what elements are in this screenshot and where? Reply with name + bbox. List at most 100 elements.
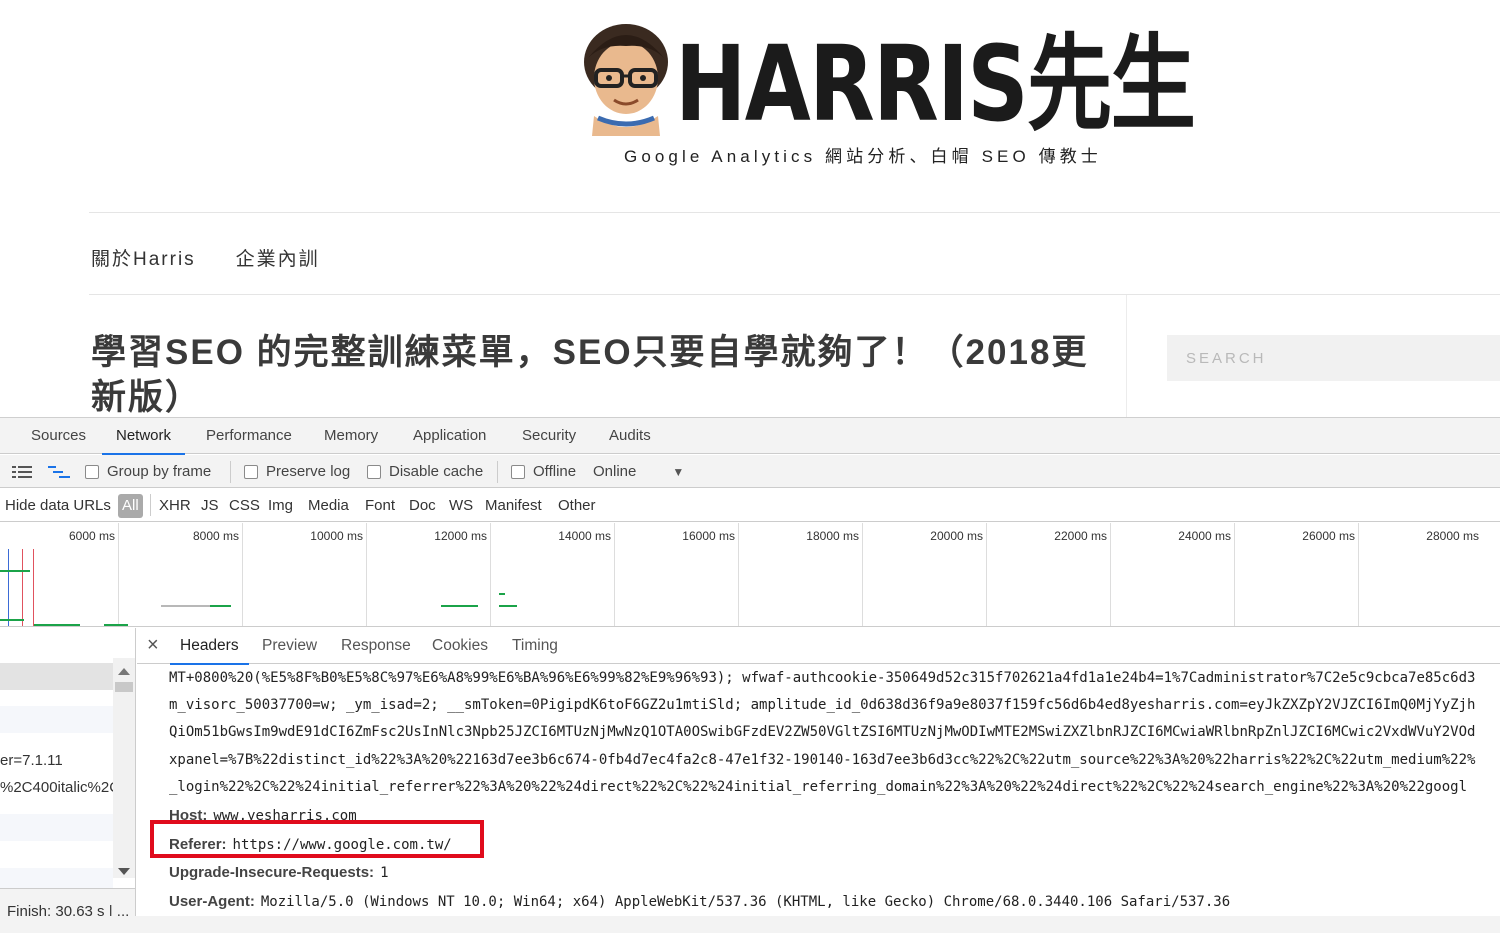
filter-separator [150,494,151,516]
list-item[interactable] [0,841,113,868]
website-area: HARRIS先生 Google Analytics 網站分析、白帽 SEO 傳教… [0,0,1500,417]
list-item[interactable]: %2C400italic%2C [0,774,113,801]
main-menu: 關於Harris 企業內訓 [91,244,320,271]
filter-ws[interactable]: WS [449,489,473,522]
close-icon[interactable]: × [147,628,159,664]
cookie-value-line: m_visorc_50037700=w; _ym_isad=2; __smTok… [169,697,1476,713]
header-key: User-Agent: [169,893,255,910]
list-item-selected[interactable] [0,663,113,690]
grid-line [614,523,615,626]
checkbox-icon [244,464,258,479]
filter-other[interactable]: Other [558,489,596,522]
tick-label: 14000 ms [558,529,611,543]
request-list: er=7.1.11 %2C400italic%2C Finish: 30.63 … [0,628,136,933]
tab-application[interactable]: Application [413,418,486,454]
offline-checkbox[interactable]: Offline [511,455,576,488]
chevron-down-icon: ▼ [672,464,685,479]
tab-cookies[interactable]: Cookies [432,628,488,664]
grid-line [1358,523,1359,626]
request-detail-pane: × Headers Preview Response Cookies Timin… [137,628,1500,933]
grid-line [738,523,739,626]
disable-cache-label: Disable cache [389,463,484,480]
tick-label: 18000 ms [806,529,859,543]
cookie-value-line: QiOm51bGwsIm9wdE91dCI6ZmFsc2UsInNlc3Npb2… [169,724,1476,740]
grid-line [490,523,491,626]
menu-item-training[interactable]: 企業內訓 [236,244,320,271]
disable-cache-checkbox[interactable]: Disable cache [367,455,483,488]
grid-line [118,523,119,626]
menu-item-about[interactable]: 關於Harris [91,244,196,271]
tab-performance[interactable]: Performance [206,418,292,454]
filter-img[interactable]: Img [268,489,293,522]
tab-timing[interactable]: Timing [512,628,558,664]
waterfall-view-icon[interactable] [48,455,70,488]
list-view-icon[interactable] [12,455,32,488]
list-item[interactable] [0,814,113,841]
filter-media[interactable]: Media [308,489,349,522]
scrollbar-thumb[interactable] [115,682,133,692]
grid-line [1110,523,1111,626]
request-bar [161,605,213,607]
throttling-select[interactable]: Online ▼ [593,455,684,488]
tab-preview[interactable]: Preview [262,628,317,664]
header-upgrade-insecure-requests: Upgrade-Insecure-Requests: 1 [169,864,389,881]
list-item[interactable]: er=7.1.11 [0,747,113,774]
tick-label: 24000 ms [1178,529,1231,543]
filter-manifest[interactable]: Manifest [485,489,542,522]
header-user-agent: User-Agent: Mozilla/5.0 (Windows NT 10.0;… [169,893,1230,910]
devtools-panel: Sources Network Performance Memory Appli… [0,417,1500,933]
grid-line [1234,523,1235,626]
list-item[interactable] [0,706,113,733]
request-bar [104,624,128,626]
tab-headers[interactable]: Headers [170,628,249,665]
group-by-frame-checkbox[interactable]: Group by frame [85,455,211,488]
grid-line [862,523,863,626]
divider [89,294,1500,295]
filter-xhr[interactable]: XHR [159,489,191,522]
grid-line [242,523,243,626]
tab-audits[interactable]: Audits [609,418,651,454]
detail-tab-bar: × Headers Preview Response Cookies Timin… [137,628,1500,665]
header-value: 1 [380,865,389,881]
request-bar [499,605,517,607]
load-event-marker [22,549,23,626]
cookie-value-line: MT+0800%20(%E5%8F%B0%E5%8C%97%E6%A8%99%E… [169,670,1476,686]
tab-response[interactable]: Response [341,628,411,664]
site-logo[interactable]: HARRIS先生 Google Analytics 網站分析、白帽 SEO 傳教… [580,18,1196,168]
header-key: Upgrade-Insecure-Requests: [169,864,375,881]
request-bar [34,624,80,626]
preserve-log-checkbox[interactable]: Preserve log [244,455,350,488]
tick-label: 22000 ms [1054,529,1107,543]
cookie-value-line: xpanel=%7B%22distinct_id%22%3A%20%22163d… [169,752,1476,768]
filter-css[interactable]: CSS [229,489,260,522]
load-event-marker [33,549,34,626]
request-bar [0,570,30,572]
tick-label: 6000 ms [68,529,115,543]
toolbar-separator [230,461,231,483]
filter-all[interactable]: All [118,494,143,518]
tick-label: 26000 ms [1302,529,1355,543]
list-item[interactable] [0,628,113,655]
tab-sources[interactable]: Sources [31,418,86,454]
sidebar-divider [1126,295,1127,417]
request-bar [210,605,231,607]
avatar-illustration [584,24,668,136]
grid-line [986,523,987,626]
request-bar [0,619,24,621]
filter-doc[interactable]: Doc [409,489,436,522]
network-overview-timeline[interactable]: 6000 ms 8000 ms 10000 ms 12000 ms 14000 … [0,523,1500,627]
tab-security[interactable]: Security [522,418,576,454]
search-input[interactable] [1167,335,1500,381]
scroll-up-icon[interactable] [118,668,130,675]
filter-font[interactable]: Font [365,489,395,522]
hide-data-urls-toggle[interactable]: Hide data URLs [5,489,111,522]
request-bar [441,605,478,607]
bottom-edge [0,916,1500,933]
tab-memory[interactable]: Memory [324,418,378,454]
filter-js[interactable]: JS [201,489,219,522]
tick-label: 16000 ms [682,529,735,543]
tab-network[interactable]: Network [101,418,186,455]
scroll-down-icon[interactable] [118,868,130,875]
tick-label: 28000 ms [1426,529,1479,543]
devtools-tab-bar: Sources Network Performance Memory Appli… [0,418,1500,455]
